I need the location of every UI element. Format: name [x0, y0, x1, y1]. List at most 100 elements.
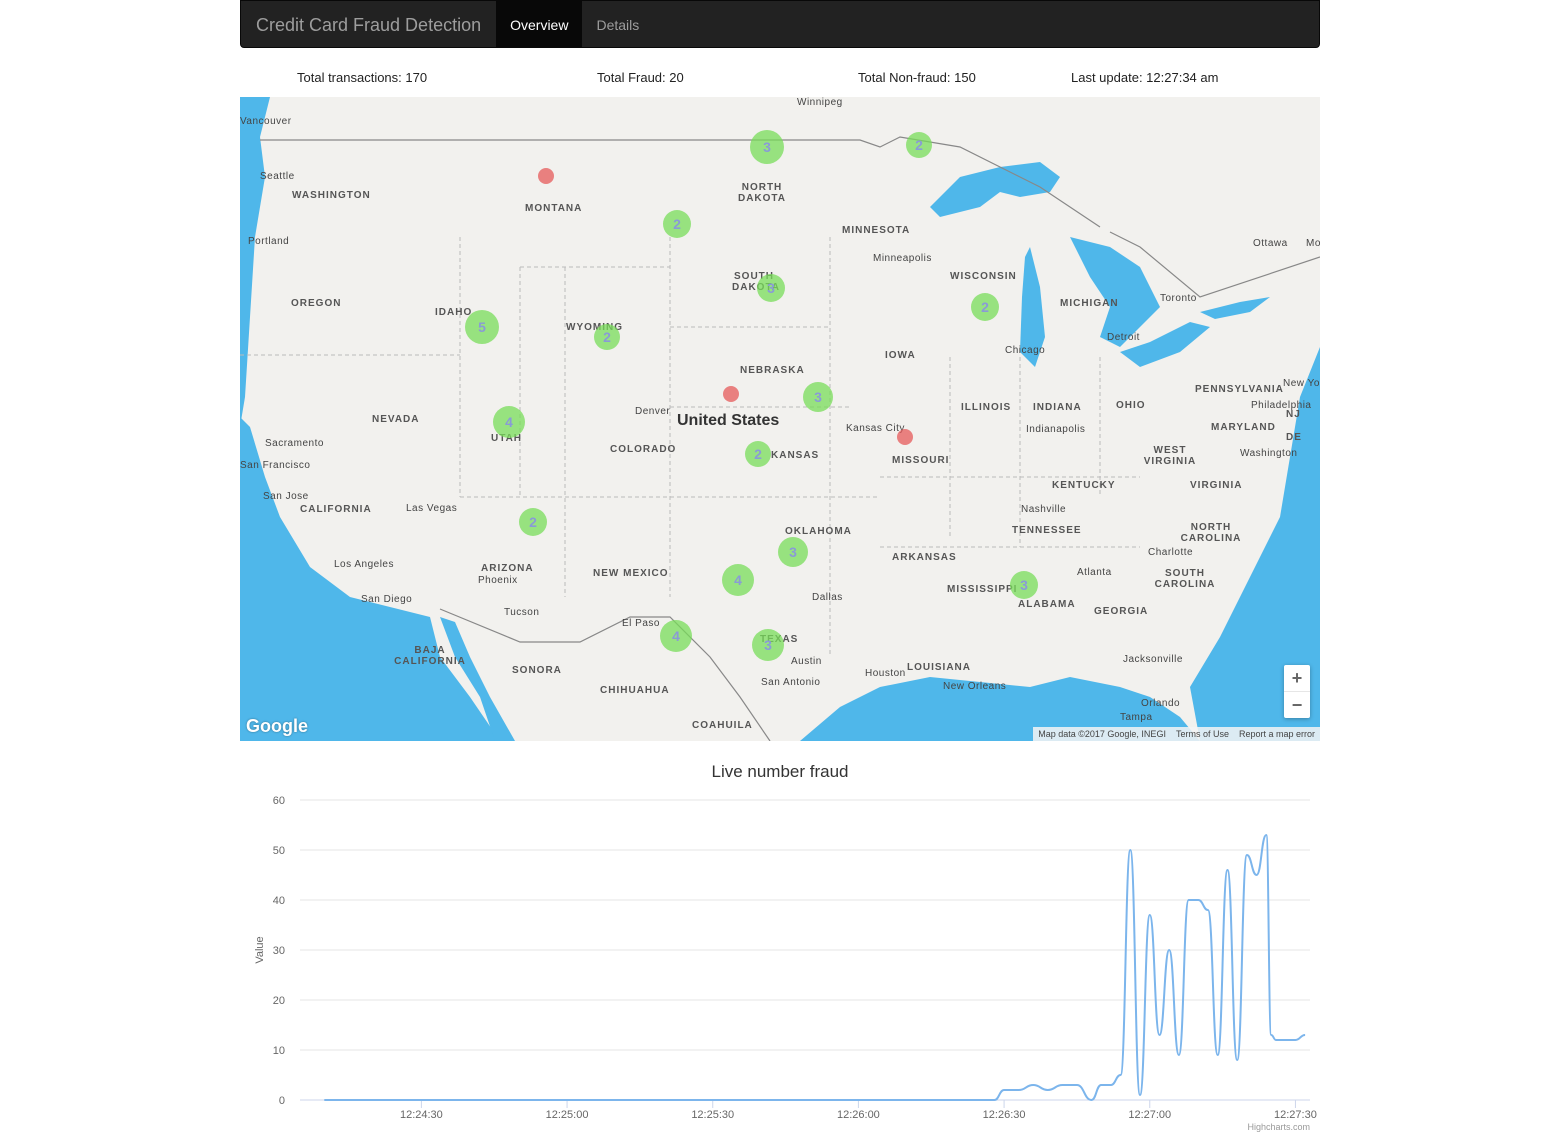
tab-overview[interactable]: Overview: [496, 1, 583, 47]
state-label: IDAHO: [435, 307, 473, 318]
state-label: MONTANA: [525, 203, 583, 214]
state-label: NORTH DAKOTA: [737, 182, 787, 204]
y-tick-label: 60: [273, 795, 285, 807]
map-cluster[interactable]: 2: [745, 441, 771, 467]
x-tick-label: 12:24:30: [400, 1109, 443, 1121]
y-tick-label: 40: [273, 895, 285, 907]
city-label: New York: [1283, 378, 1320, 389]
city-label: Atlanta: [1077, 567, 1112, 578]
map-cluster[interactable]: 3: [757, 274, 785, 302]
city-label: Detroit: [1107, 332, 1140, 343]
city-label: Los Angeles: [334, 559, 394, 570]
chart-canvas[interactable]: 0 10 20 30 40 50 60 12:24:30 12:25:00 12:25:30 12:…: [240, 750, 1320, 1134]
state-label: TENNESSEE: [1012, 525, 1082, 536]
state-label: MINNESOTA: [842, 225, 911, 236]
city-label: Toronto: [1160, 293, 1197, 304]
app-brand[interactable]: Credit Card Fraud Detection: [241, 1, 496, 47]
city-label: Seattle: [260, 171, 295, 182]
city-label: Sacramento: [265, 438, 324, 449]
state-label: PENNSYLVANIA: [1195, 384, 1284, 395]
state-label: NEBRASKA: [740, 365, 805, 376]
state-label: OREGON: [291, 298, 342, 309]
state-label: BAJA CALIFORNIA: [394, 645, 466, 667]
map-cluster[interactable]: 4: [722, 564, 754, 596]
map-cluster[interactable]: 2: [519, 508, 547, 536]
state-label: IOWA: [885, 350, 916, 361]
zoom-in-button[interactable]: +: [1284, 665, 1310, 691]
chart-title: Live number fraud: [711, 762, 849, 781]
state-label: KENTUCKY: [1052, 480, 1116, 491]
city-label: San Francisco: [240, 460, 311, 471]
map-cluster[interactable]: 5: [465, 310, 499, 344]
city-label: Chicago: [1005, 345, 1046, 356]
map-cluster[interactable]: 3: [778, 537, 808, 567]
zoom-out-button[interactable]: −: [1284, 692, 1310, 718]
report-error-link[interactable]: Report a map error: [1234, 727, 1320, 741]
map-cluster[interactable]: 4: [660, 620, 692, 652]
city-label: Nashville: [1021, 504, 1067, 515]
map-cluster[interactable]: 3: [752, 629, 784, 661]
fraud-map[interactable]: United States WASHINGTON MONTANA NORTH D…: [240, 97, 1320, 741]
x-tick-label: 12:27:30: [1274, 1109, 1317, 1121]
city-label: Kansas City: [846, 423, 905, 434]
city-label: El Paso: [622, 618, 660, 629]
city-label: Houston: [865, 668, 906, 679]
map-cluster[interactable]: 2: [971, 293, 999, 321]
y-tick-label: 50: [273, 845, 285, 857]
state-label: DE: [1286, 432, 1302, 443]
city-label: Las Vegas: [406, 503, 458, 514]
google-logo[interactable]: Google: [246, 716, 308, 737]
city-label: San Jose: [263, 491, 309, 502]
state-label: WISCONSIN: [950, 271, 1017, 282]
fraud-chart: Live number fraud 0 10 20 30 40 50 60 12:24:30 1…: [240, 750, 1320, 1134]
map-cluster[interactable]: 3: [803, 382, 833, 412]
state-label: KANSAS: [771, 450, 820, 461]
map-cluster[interactable]: 2: [594, 324, 620, 350]
state-label: COAHUILA: [692, 720, 753, 731]
total-fraud-stat: Total Fraud: 20: [597, 70, 684, 85]
map-cluster[interactable]: 2: [906, 132, 932, 158]
last-update-stat: Last update: 12:27:34 am: [1071, 70, 1219, 85]
state-label: MISSOURI: [892, 455, 950, 466]
y-tick-label: 30: [273, 945, 285, 957]
total-nonfraud-stat: Total Non-fraud: 150: [858, 70, 976, 85]
chart-credits[interactable]: Highcharts.com: [1247, 1122, 1310, 1132]
city-label: Dallas: [812, 592, 843, 603]
country-label: United States: [677, 412, 780, 429]
fraud-marker[interactable]: [723, 386, 739, 402]
terms-link[interactable]: Terms of Use: [1171, 727, 1234, 741]
top-navbar: Credit Card Fraud Detection Overview Det…: [240, 0, 1320, 48]
city-label: San Diego: [361, 594, 413, 605]
city-label: Washington: [1240, 448, 1298, 459]
state-label: INDIANA: [1033, 402, 1082, 413]
x-tick-label: 12:25:00: [546, 1109, 589, 1121]
y-axis-title: Value: [254, 936, 266, 963]
city-label: Tucson: [504, 607, 540, 618]
map-cluster[interactable]: 3: [1010, 571, 1038, 599]
map-data-credit: Map data ©2017 Google, INEGI: [1038, 729, 1166, 739]
map-cluster[interactable]: 3: [750, 130, 784, 164]
x-tick-label: 12:27:00: [1128, 1109, 1171, 1121]
series-line: [324, 833, 1306, 1102]
state-label: MICHIGAN: [1060, 298, 1119, 309]
state-label: OKLAHOMA: [785, 526, 852, 537]
city-label: Indianapolis: [1026, 424, 1086, 435]
map-cluster[interactable]: 2: [663, 210, 691, 238]
city-label: Charlotte: [1148, 547, 1194, 558]
state-label: NEVADA: [372, 414, 420, 425]
total-transactions-stat: Total transactions: 170: [297, 70, 428, 85]
city-label: Vancouver: [240, 116, 292, 127]
state-label: CALIFORNIA: [300, 504, 372, 515]
tab-details[interactable]: Details: [582, 1, 653, 47]
fraud-marker[interactable]: [897, 429, 913, 445]
state-label: NORTH CAROLINA: [1180, 522, 1242, 544]
state-label: WEST VIRGINIA: [1143, 445, 1197, 467]
fraud-marker[interactable]: [538, 168, 554, 184]
state-label: ARIZONA: [481, 563, 534, 574]
city-label: Denver: [635, 406, 671, 417]
map-attribution: Map data ©2017 Google, INEGI Terms of Us…: [1033, 727, 1320, 741]
state-label: CHIHUAHUA: [600, 685, 670, 696]
city-label: Minneapolis: [873, 253, 932, 264]
city-label: Phoenix: [478, 575, 518, 586]
map-cluster[interactable]: 4: [493, 406, 525, 438]
